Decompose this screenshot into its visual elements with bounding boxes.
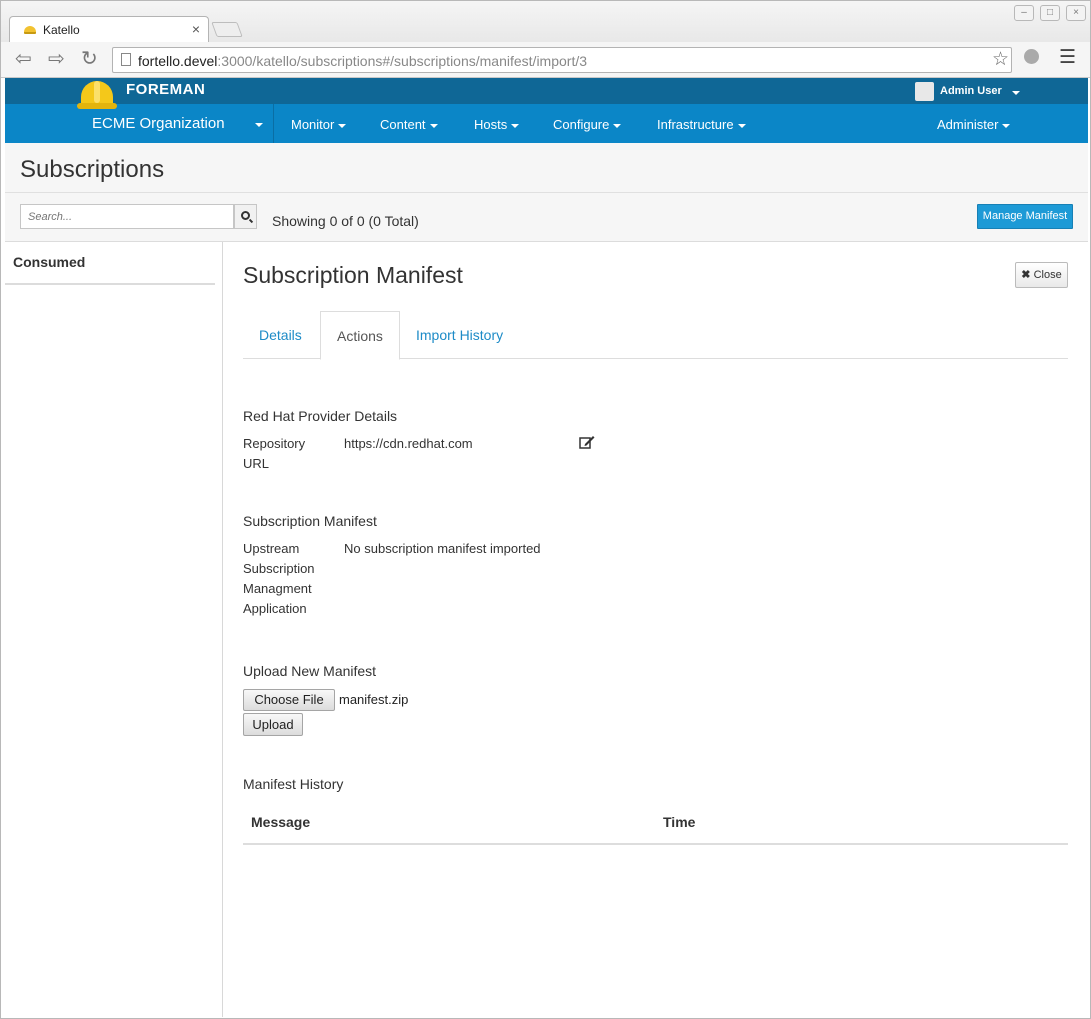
new-tab-button[interactable] xyxy=(211,22,243,37)
page-header: Subscriptions xyxy=(5,143,1088,193)
nav-monitor[interactable]: Monitor xyxy=(291,117,347,132)
tab-strip: Katello × – □ × xyxy=(1,1,1090,42)
nav-configure[interactable]: Configure xyxy=(553,117,622,132)
brand-bar: FOREMAN Admin User xyxy=(5,78,1088,109)
user-menu[interactable]: Admin User xyxy=(940,85,1002,97)
url-text: fortello.devel:3000/katello/subscription… xyxy=(138,53,588,69)
browser-tab[interactable]: Katello × xyxy=(9,16,209,42)
result-count: Showing 0 of 0 (0 Total) xyxy=(272,213,419,229)
bookmark-star-icon[interactable]: ☆ xyxy=(992,48,1009,71)
left-panel: Consumed xyxy=(5,242,223,1017)
nav-content[interactable]: Content xyxy=(380,117,438,132)
nav-administer[interactable]: Administer xyxy=(937,117,1011,132)
menu-icon[interactable]: ☰ xyxy=(1059,46,1076,69)
history-table: Message Time xyxy=(243,804,1068,845)
page-title: Subscriptions xyxy=(20,156,165,183)
forward-icon[interactable]: ⇨ xyxy=(48,48,65,70)
consumed-header[interactable]: Consumed xyxy=(13,254,85,270)
search-input[interactable] xyxy=(20,204,234,229)
maximize-button[interactable]: □ xyxy=(1040,5,1060,21)
nav-hosts[interactable]: Hosts xyxy=(474,117,520,132)
manifest-history-heading: Manifest History xyxy=(243,776,344,792)
back-icon[interactable]: ⇦ xyxy=(15,48,32,70)
search-button[interactable] xyxy=(234,204,257,229)
provider-details-heading: Red Hat Provider Details xyxy=(243,408,398,424)
extension-icon[interactable] xyxy=(1024,49,1039,64)
reload-icon[interactable]: ↻ xyxy=(81,48,98,70)
avatar xyxy=(915,82,934,101)
close-icon: ✖ xyxy=(1021,269,1031,281)
window-close-button[interactable]: × xyxy=(1066,5,1086,21)
tab-close-icon[interactable]: × xyxy=(192,21,200,37)
upload-button[interactable]: Upload xyxy=(243,713,303,736)
brand-name[interactable]: FOREMAN xyxy=(126,81,205,98)
browser-toolbar: ⇦ ⇨ ↻ fortello.devel:3000/katello/subscr… xyxy=(1,42,1090,78)
file-name: manifest.zip xyxy=(339,692,409,707)
upstream-label: Upstream Subscription Managment Applicat… xyxy=(243,541,315,616)
column-time: Time xyxy=(663,814,696,830)
repository-url-label: Repository URL xyxy=(243,436,306,471)
foreman-helmet-icon xyxy=(77,79,117,110)
close-button[interactable]: ✖ Close xyxy=(1015,262,1068,288)
search-row: Showing 0 of 0 (0 Total) Manage Manifest xyxy=(5,193,1088,242)
minimize-button[interactable]: – xyxy=(1014,5,1034,21)
upstream-value: No subscription manifest imported xyxy=(344,541,541,556)
manifest-tabs: Details Actions Import History xyxy=(243,311,1068,360)
search-icon xyxy=(241,211,250,220)
browser-window: Katello × – □ × ⇦ ⇨ ↻ fortello.devel:300… xyxy=(0,0,1091,1019)
subscription-manifest-heading: Subscription Manifest xyxy=(243,513,377,529)
chevron-down-icon[interactable] xyxy=(255,123,263,127)
divider xyxy=(273,104,274,143)
column-message: Message xyxy=(251,814,311,830)
nav-infrastructure[interactable]: Infrastructure xyxy=(657,117,746,132)
address-bar[interactable]: fortello.devel:3000/katello/subscription… xyxy=(112,47,1012,73)
page-icon xyxy=(121,53,131,66)
tab-details[interactable]: Details xyxy=(243,311,318,359)
main-navbar: ECME Organization Monitor Content Hosts … xyxy=(5,104,1088,143)
upload-heading: Upload New Manifest xyxy=(243,663,377,679)
repository-url-value: https://cdn.redhat.com xyxy=(344,436,473,451)
tab-title: Katello xyxy=(43,23,80,37)
chevron-down-icon[interactable] xyxy=(1012,91,1020,95)
organization-selector[interactable]: ECME Organization xyxy=(92,115,225,132)
helmet-favicon-icon xyxy=(24,26,36,34)
manifest-title: Subscription Manifest xyxy=(243,262,463,288)
edit-icon[interactable] xyxy=(579,435,595,449)
manage-manifest-button[interactable]: Manage Manifest xyxy=(977,204,1073,229)
divider xyxy=(5,283,215,285)
tab-import-history[interactable]: Import History xyxy=(400,311,519,359)
choose-file-button[interactable]: Choose File xyxy=(243,689,335,711)
tab-actions[interactable]: Actions xyxy=(320,311,400,360)
